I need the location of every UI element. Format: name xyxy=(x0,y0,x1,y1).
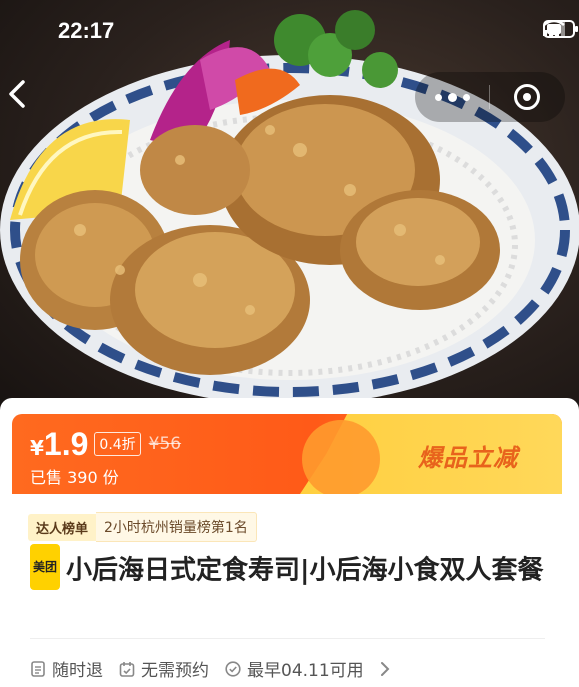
product-info-card: ¥ 1.9 0.4折 ¥56 已售 390 份 爆品立减 达人榜单 2小时杭州销… xyxy=(0,398,579,687)
status-bar-time: 22:17 xyxy=(58,18,115,43)
close-miniprogram-button[interactable] xyxy=(490,72,564,122)
target-icon xyxy=(514,84,540,110)
price-banner: ¥ 1.9 0.4折 ¥56 已售 390 份 爆品立减 xyxy=(12,414,562,494)
service-item-available-date: 最早04.11可用 xyxy=(225,656,364,681)
original-price: ¥56 xyxy=(148,434,182,454)
sold-count: 已售 390 份 xyxy=(30,468,119,487)
product-title-text: 小后海日式定食寿司|小后海小食双人套餐 xyxy=(66,555,544,586)
miniprogram-capsule xyxy=(415,72,565,122)
ranking-badge: 达人榜单 xyxy=(28,513,97,541)
chevron-right-icon xyxy=(380,661,390,676)
product-title: 美团 小后海日式定食寿司|小后海小食双人套餐 xyxy=(30,544,545,594)
ranking-tag[interactable]: 达人榜单 2小时杭州销量榜第1名 xyxy=(28,512,257,542)
check-circle-icon xyxy=(225,660,241,677)
back-button[interactable] xyxy=(8,80,44,116)
service-item-refund: 随时退 xyxy=(30,656,103,681)
fried-chicken-photo xyxy=(0,10,579,405)
service-label: 随时退 xyxy=(52,661,103,681)
chevron-left-icon xyxy=(9,80,25,108)
more-dot-icon xyxy=(434,93,442,101)
promo-label: 爆品立减 xyxy=(418,444,518,472)
document-icon xyxy=(31,660,45,677)
service-tags[interactable]: 随时退 无需预约 最早04.11可用 xyxy=(30,656,390,681)
currency-symbol: ¥ xyxy=(30,436,44,460)
more-dot-icon xyxy=(447,92,457,102)
service-label: 无需预约 xyxy=(141,661,209,681)
more-button[interactable] xyxy=(415,72,489,122)
mascot-icon xyxy=(302,420,380,494)
service-item-no-booking: 无需预约 xyxy=(119,656,209,681)
calendar-check-icon xyxy=(119,661,135,677)
service-label: 最早04.11可用 xyxy=(247,661,364,681)
product-hero-image: 22:17 xyxy=(0,0,579,420)
discount-badge: 0.4折 xyxy=(94,432,141,456)
price-row: ¥ 1.9 0.4折 ¥56 xyxy=(30,426,181,463)
meituan-logo: 美团 xyxy=(30,544,61,590)
current-price: 1.9 xyxy=(43,426,89,462)
battery-icon xyxy=(543,20,578,38)
product-title-block: 美团 小后海日式定食寿司|小后海小食双人套餐 xyxy=(30,544,545,594)
more-dot-icon xyxy=(462,93,470,101)
ranking-text: 2小时杭州销量榜第1名 xyxy=(96,512,257,542)
divider xyxy=(30,638,545,639)
